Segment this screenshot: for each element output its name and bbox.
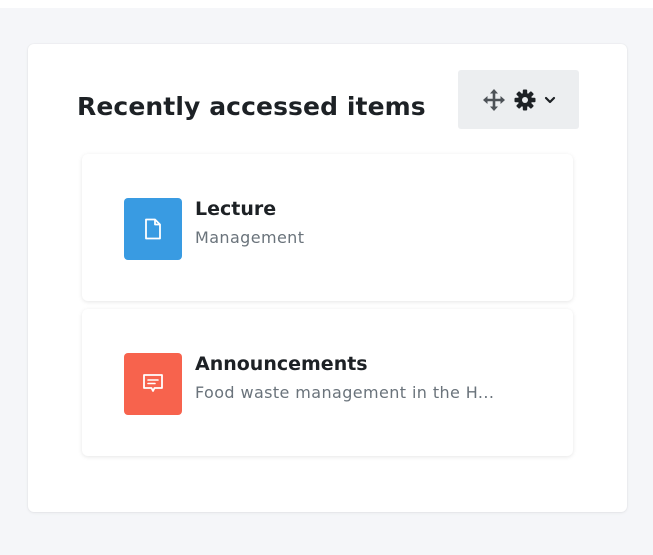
recent-item-name[interactable]: Announcements xyxy=(195,353,368,375)
recent-item-course: Management xyxy=(195,228,305,247)
recent-item-course: Food waste management in the H... xyxy=(195,383,495,402)
recent-item-card[interactable]: Announcements Food waste management in t… xyxy=(82,309,573,456)
gear-icon[interactable] xyxy=(513,88,537,112)
recent-item-name[interactable]: Lecture xyxy=(195,198,276,220)
page-icon xyxy=(124,198,182,260)
block-actions-menu[interactable] xyxy=(458,70,579,129)
forum-icon xyxy=(124,353,182,415)
recently-accessed-items-block: Recently accessed items Lecture Manageme… xyxy=(28,44,627,512)
block-title: Recently accessed items xyxy=(77,92,426,121)
chevron-down-icon[interactable] xyxy=(543,93,557,107)
move-icon[interactable] xyxy=(481,87,507,113)
page-top-strip xyxy=(0,0,653,8)
recent-item-card[interactable]: Lecture Management xyxy=(82,154,573,301)
